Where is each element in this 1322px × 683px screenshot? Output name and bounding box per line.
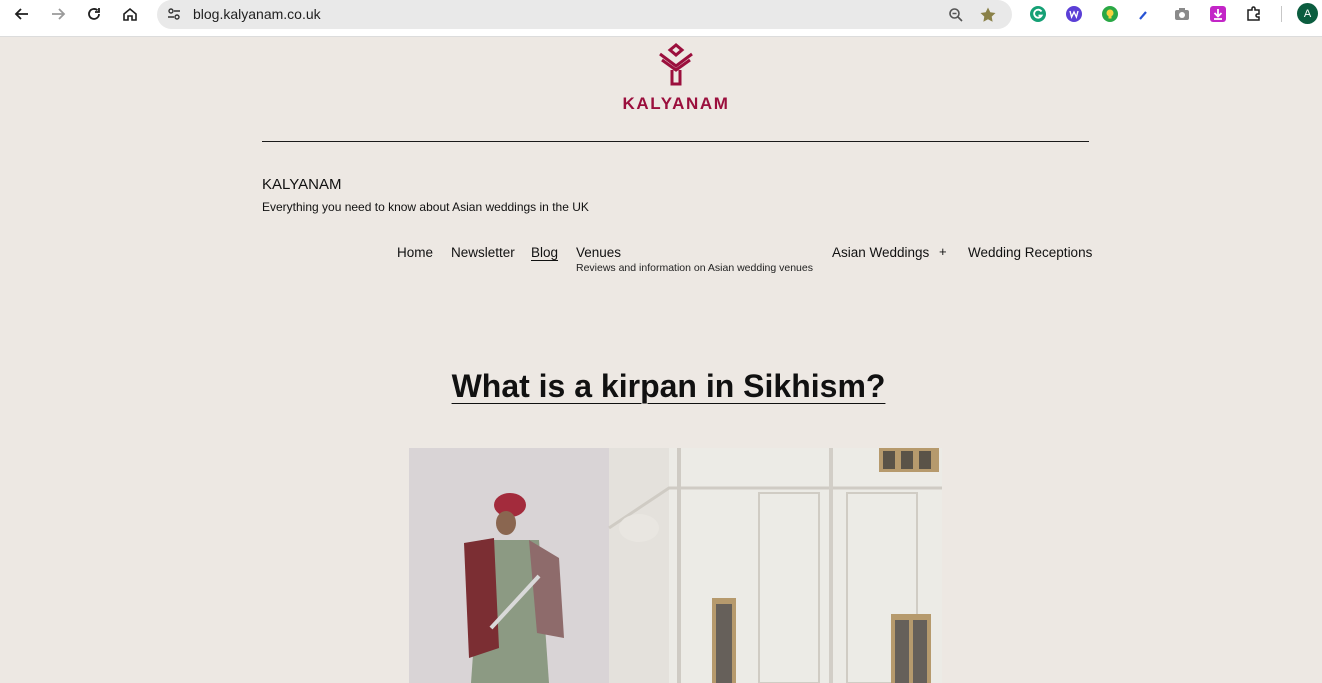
featured-image[interactable] [409, 448, 942, 683]
site-logo[interactable]: KALYANAM [598, 42, 754, 116]
nav-newsletter[interactable]: Newsletter [451, 245, 515, 260]
nav-blog[interactable]: Blog [531, 245, 558, 260]
site-tagline: Everything you need to know about Asian … [262, 200, 589, 214]
toolbar-divider [1281, 6, 1282, 22]
reload-icon[interactable] [80, 3, 108, 25]
zoom-icon[interactable] [946, 5, 966, 25]
pen-icon[interactable] [1133, 3, 1155, 25]
site-info-icon[interactable] [165, 5, 183, 23]
back-arrow-icon[interactable] [8, 3, 36, 25]
logo-wordmark: KALYANAM [622, 94, 730, 113]
nav-wedding-receptions[interactable]: Wedding Receptions [968, 245, 1092, 260]
nav-asian-weddings[interactable]: Asian Weddings [832, 245, 929, 260]
browser-toolbar: blog.kalyanam.co.uk A [0, 0, 1322, 37]
forward-arrow-icon[interactable] [44, 3, 72, 25]
nav-venues-description: Reviews and information on Asian wedding… [576, 262, 813, 274]
site-title[interactable]: KALYANAM [262, 176, 341, 193]
camera-icon[interactable] [1171, 3, 1193, 25]
profile-avatar[interactable]: A [1297, 3, 1318, 24]
nav-home[interactable]: Home [397, 245, 433, 260]
lightbulb-icon[interactable] [1099, 3, 1121, 25]
puzzle-icon[interactable] [1243, 3, 1265, 25]
download-icon[interactable] [1207, 3, 1229, 25]
post-title: What is a kirpan in Sikhism? [0, 368, 1322, 405]
grammarly-icon[interactable] [1027, 3, 1049, 25]
submenu-toggle-button[interactable]: + [939, 244, 947, 259]
address-bar[interactable]: blog.kalyanam.co.uk [157, 0, 1012, 29]
star-icon[interactable] [978, 5, 998, 25]
home-icon[interactable] [116, 3, 144, 25]
header-divider [262, 141, 1089, 142]
nav-venues[interactable]: Venues [576, 245, 621, 260]
post-title-link[interactable]: What is a kirpan in Sikhism? [452, 368, 886, 404]
extension-w-icon[interactable] [1063, 3, 1085, 25]
logo-emblem-icon [659, 43, 693, 86]
url-text: blog.kalyanam.co.uk [193, 6, 321, 22]
